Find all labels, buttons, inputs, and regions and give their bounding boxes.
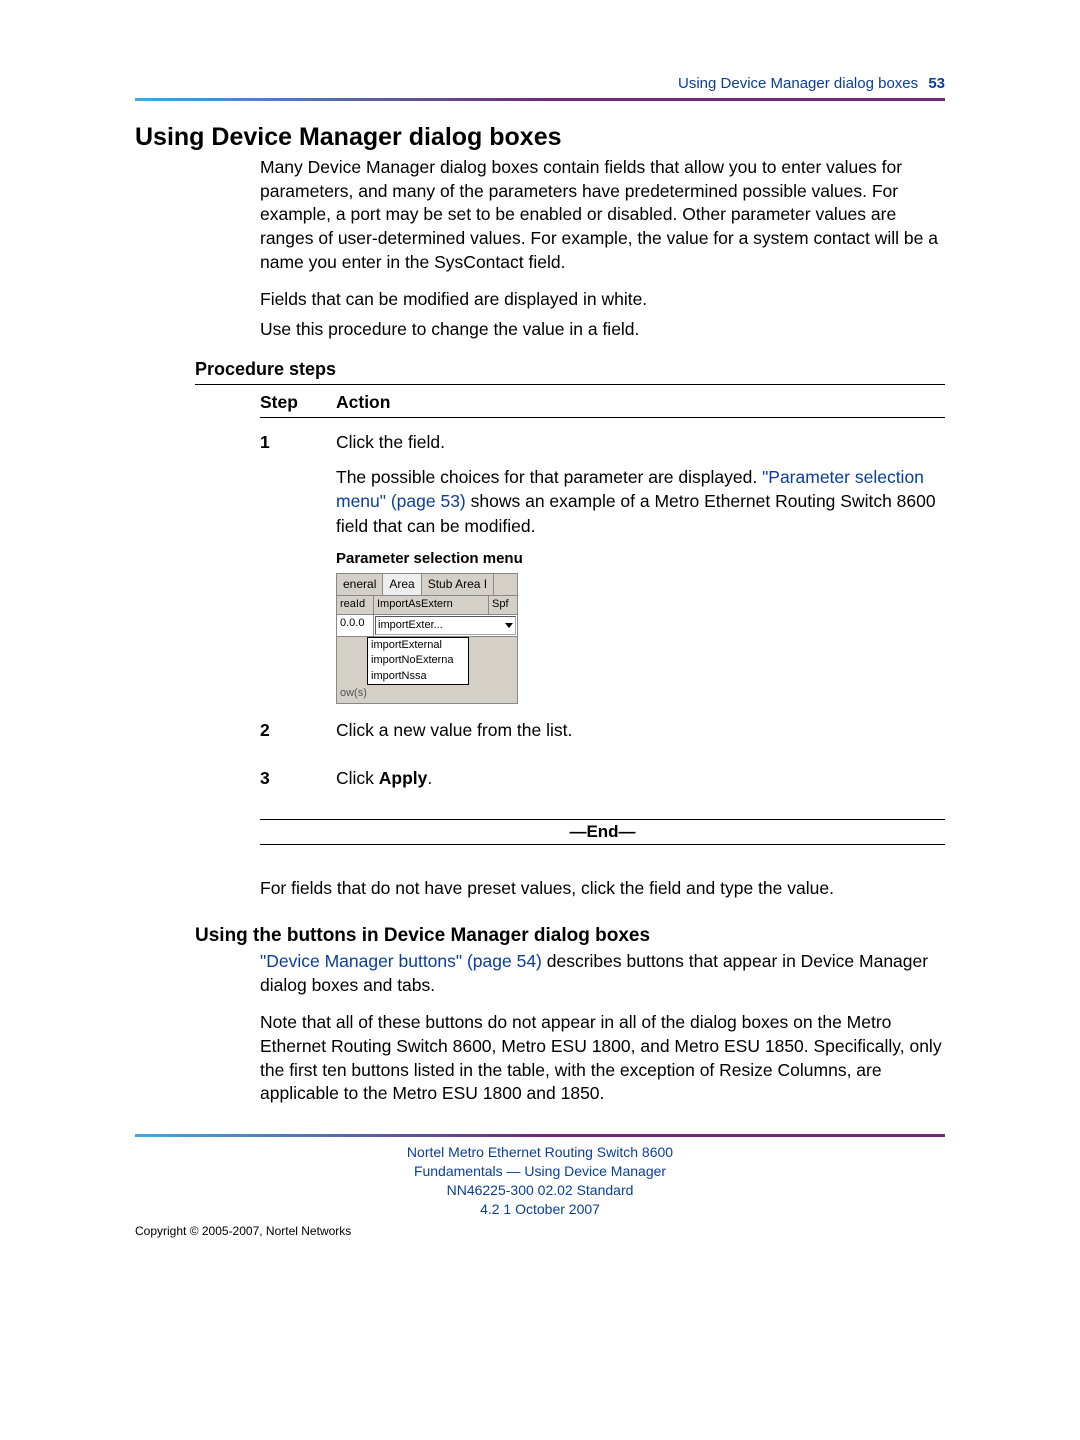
step-2-action: Click a new value from the list. bbox=[336, 718, 945, 753]
procedure-tail: For fields that do not have preset value… bbox=[260, 877, 945, 901]
step-1-action: Click the field. The possible choices fo… bbox=[336, 430, 945, 703]
step-1: 1 Click the field. The possible choices … bbox=[260, 430, 945, 703]
intro-block: Many Device Manager dialog boxes contain… bbox=[260, 156, 945, 341]
running-title: Using Device Manager dialog boxes bbox=[678, 75, 918, 92]
step-1-text-pre: The possible choices for that parameter … bbox=[336, 467, 762, 487]
step-3-pre: Click bbox=[336, 768, 379, 788]
footer-line-3: NN46225-300 02.02 Standard bbox=[135, 1181, 945, 1200]
apply-label: Apply bbox=[379, 768, 428, 788]
procedure-top-rule bbox=[195, 384, 945, 385]
import-dropdown-list: importExternal importNoExterna importNss… bbox=[367, 637, 469, 685]
header-rule bbox=[135, 98, 945, 101]
option-import-external[interactable]: importExternal bbox=[368, 638, 468, 653]
option-import-nssa[interactable]: importNssa bbox=[368, 669, 468, 684]
tab-stub-area[interactable]: Stub Area I bbox=[422, 574, 494, 595]
procedure-heading: Procedure steps bbox=[195, 359, 945, 380]
subsection-p2: Note that all of these buttons do not ap… bbox=[260, 1011, 945, 1106]
chevron-down-icon bbox=[505, 623, 513, 628]
step-3: 3 Click Apply. bbox=[260, 766, 945, 801]
intro-paragraph-1: Many Device Manager dialog boxes contain… bbox=[260, 156, 945, 274]
step-3-action: Click Apply. bbox=[336, 766, 945, 801]
import-select-value: importExter... bbox=[378, 618, 443, 633]
page-footer: Nortel Metro Ethernet Routing Switch 860… bbox=[135, 1143, 945, 1219]
footer-line-4: 4.2 1 October 2007 bbox=[135, 1200, 945, 1219]
figure-caption: Parameter selection menu bbox=[336, 548, 945, 569]
end-rule-top bbox=[260, 819, 945, 820]
tail-paragraph: For fields that do not have preset value… bbox=[260, 877, 945, 901]
procedure-column-headers: Step Action bbox=[260, 390, 945, 417]
hdr-spf: Spf bbox=[489, 596, 517, 613]
tab-general[interactable]: eneral bbox=[337, 574, 383, 595]
running-header: Using Device Manager dialog boxes 53 bbox=[135, 75, 945, 92]
subsection-p1: "Device Manager buttons" (page 54) descr… bbox=[260, 950, 945, 997]
col-action: Action bbox=[336, 392, 390, 413]
import-select[interactable]: importExter... bbox=[375, 616, 516, 635]
screenshot-tabs: eneral Area Stub Area I bbox=[337, 574, 517, 596]
intro-paragraph-2: Fields that can be modified are displaye… bbox=[260, 288, 945, 312]
xref-device-manager-buttons[interactable]: "Device Manager buttons" (page 54) bbox=[260, 951, 542, 971]
subsection-heading: Using the buttons in Device Manager dial… bbox=[195, 925, 945, 947]
screenshot-footer: ow(s) bbox=[337, 685, 517, 702]
step-1-line-1: Click the field. bbox=[336, 430, 945, 455]
intro-paragraph-3: Use this procedure to change the value i… bbox=[260, 318, 945, 342]
subsection-body: "Device Manager buttons" (page 54) descr… bbox=[260, 950, 945, 1106]
end-label: —End— bbox=[260, 822, 945, 842]
cell-areaid: 0.0.0 bbox=[337, 615, 374, 636]
step-3-number: 3 bbox=[260, 766, 308, 801]
col-step: Step bbox=[260, 392, 308, 413]
step-2-line: Click a new value from the list. bbox=[336, 718, 945, 743]
hdr-areaid: reaId bbox=[337, 596, 374, 613]
step-3-post: . bbox=[427, 768, 432, 788]
parameter-selection-screenshot: eneral Area Stub Area I reaId ImportAsEx… bbox=[336, 573, 518, 703]
end-rule-bottom bbox=[260, 844, 945, 845]
footer-line-1: Nortel Metro Ethernet Routing Switch 860… bbox=[135, 1143, 945, 1162]
hdr-importasextern: ImportAsExtern bbox=[374, 596, 489, 613]
step-2: 2 Click a new value from the list. bbox=[260, 718, 945, 753]
section-heading: Using Device Manager dialog boxes bbox=[135, 123, 945, 152]
step-3-line: Click Apply. bbox=[336, 766, 945, 791]
footer-line-2: Fundamentals — Using Device Manager bbox=[135, 1162, 945, 1181]
option-import-no-external[interactable]: importNoExterna bbox=[368, 653, 468, 668]
screenshot-data-row: 0.0.0 importExter... bbox=[337, 615, 517, 637]
copyright: Copyright © 2005-2007, Nortel Networks bbox=[135, 1224, 945, 1238]
screenshot-header-row: reaId ImportAsExtern Spf bbox=[337, 596, 517, 614]
tab-area[interactable]: Area bbox=[383, 574, 421, 595]
procedure-header-rule bbox=[260, 417, 945, 418]
step-2-number: 2 bbox=[260, 718, 308, 753]
step-1-number: 1 bbox=[260, 430, 308, 703]
page-number: 53 bbox=[928, 75, 945, 92]
step-1-line-2: The possible choices for that parameter … bbox=[336, 465, 945, 539]
page: Using Device Manager dialog boxes 53 Usi… bbox=[90, 30, 990, 1390]
footer-rule bbox=[135, 1134, 945, 1137]
